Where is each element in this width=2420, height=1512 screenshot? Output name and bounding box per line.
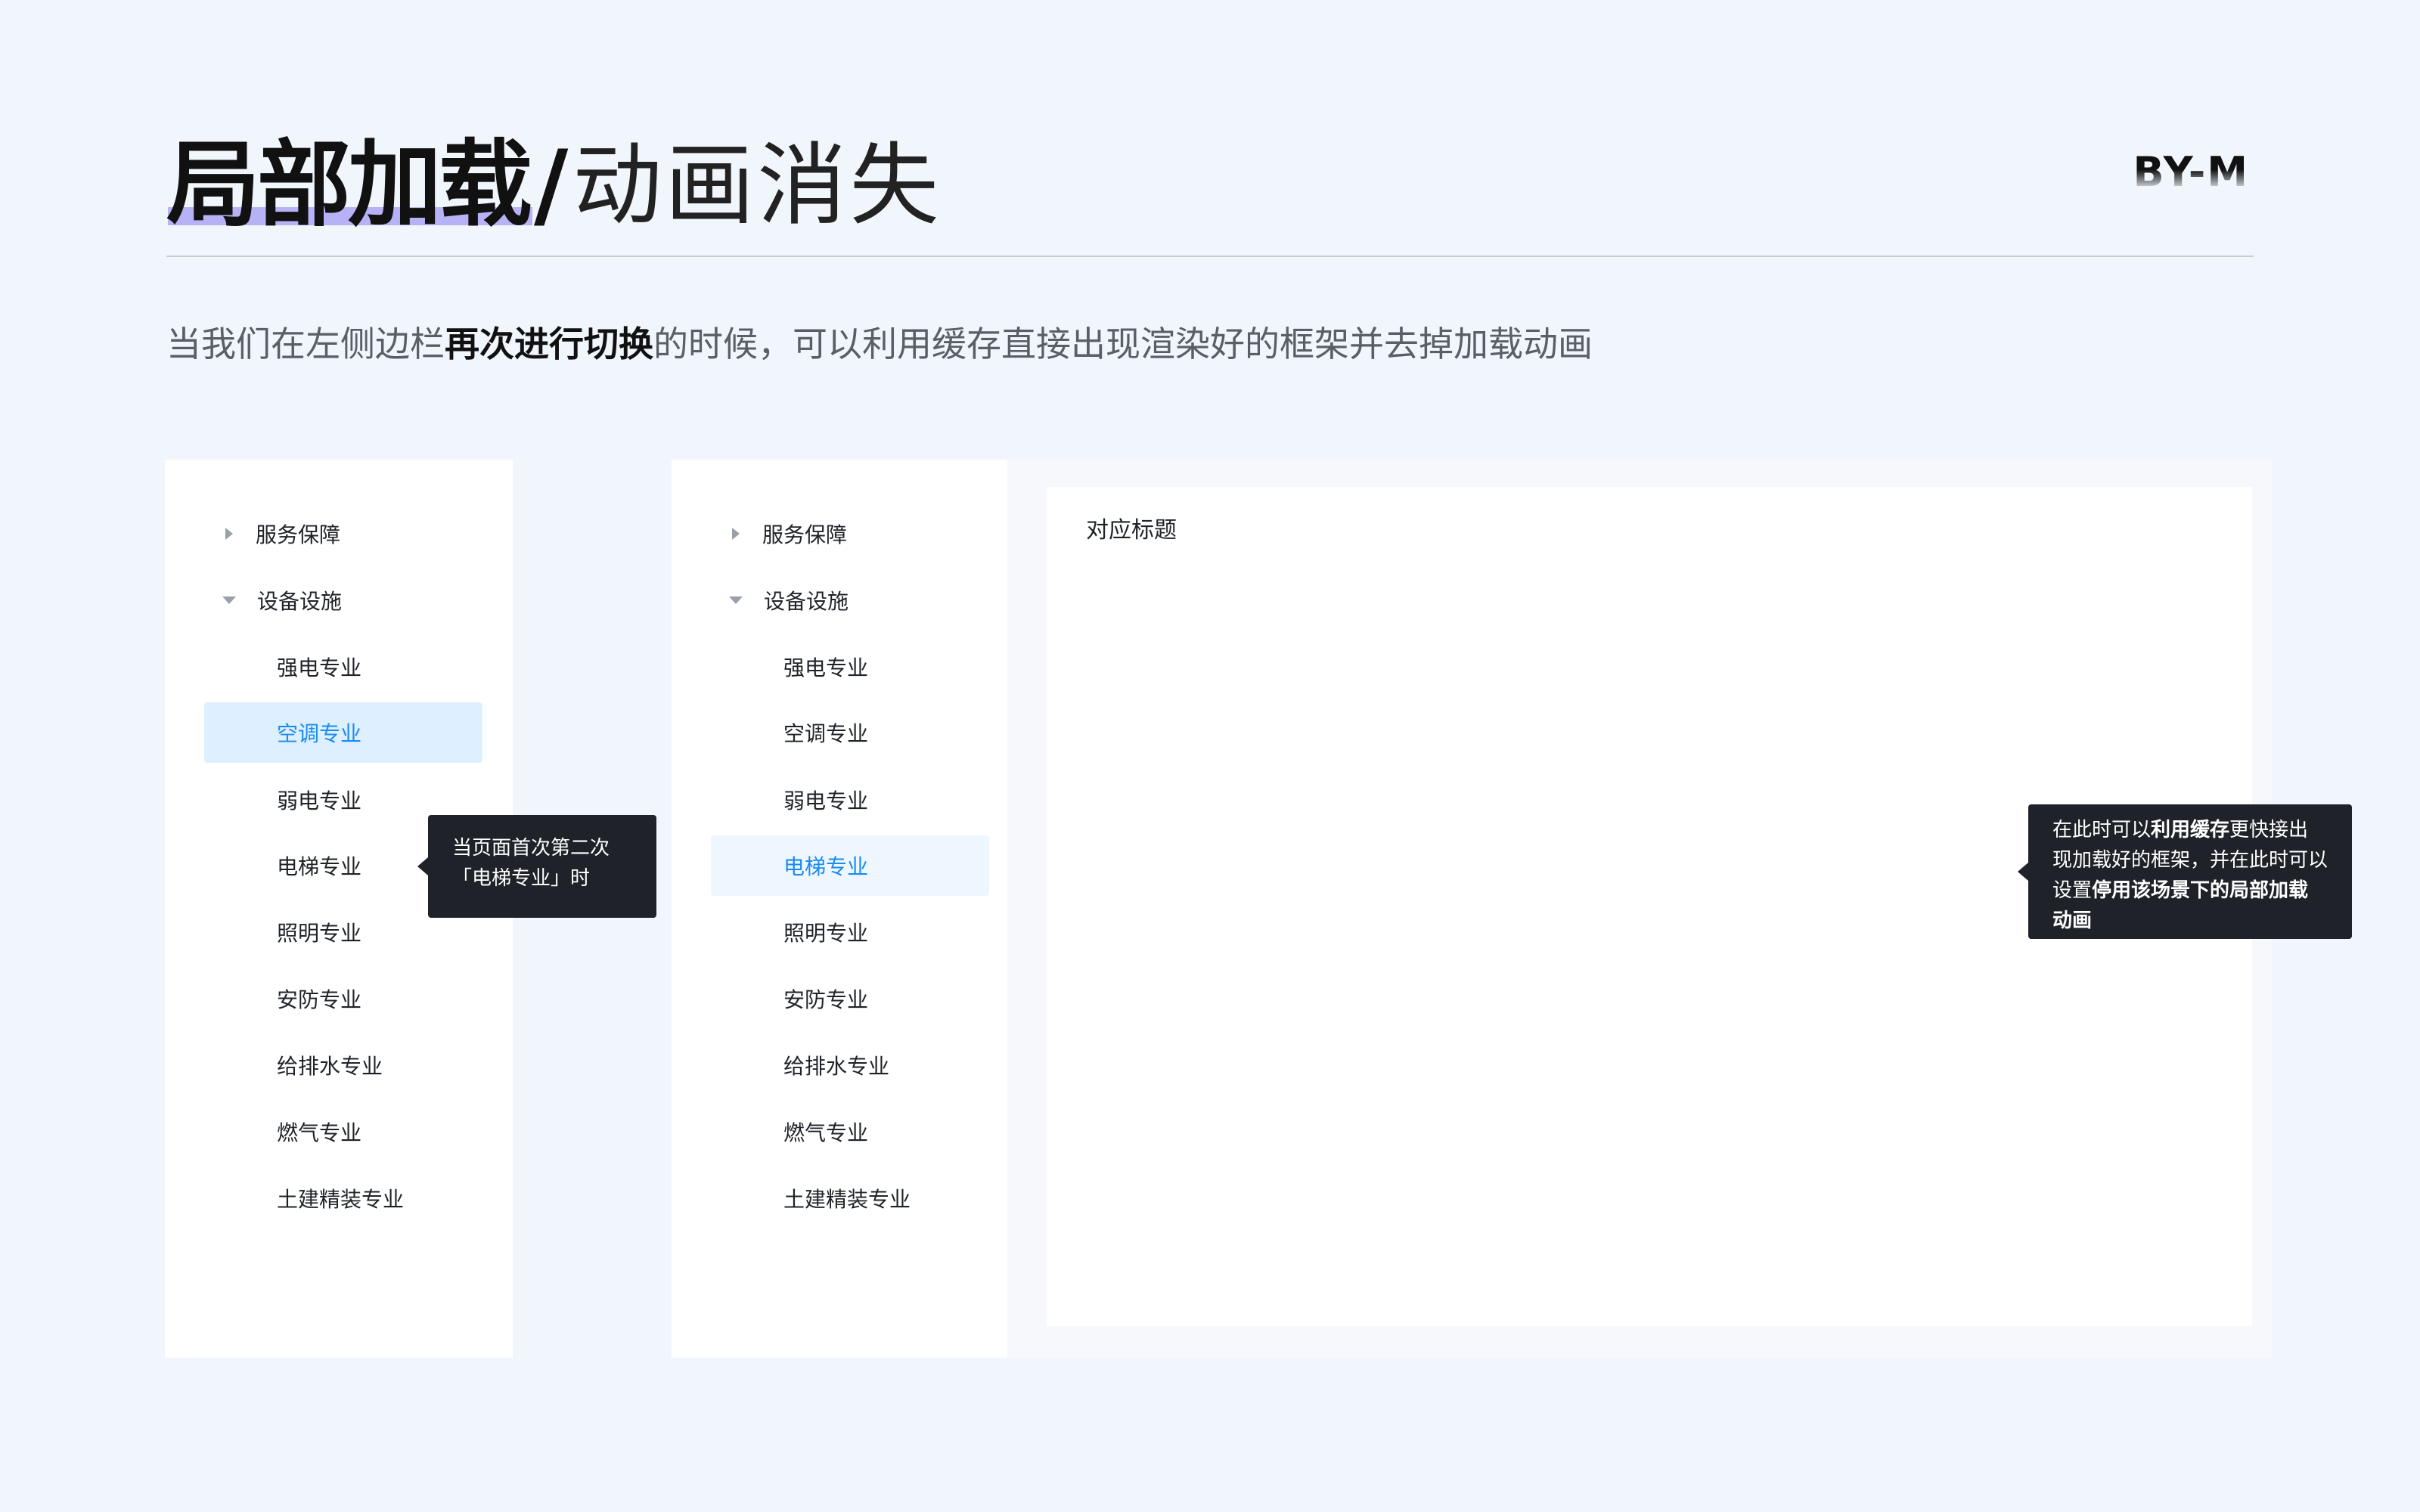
tooltip-left: 当页面首次第二次 「电梯专业」时 xyxy=(417,815,656,918)
mid-sidebar: 服务保障 设备设施 强电专业 空调专业 弱电专业 电梯专业 照明专业 安防专业 … xyxy=(672,460,1007,1358)
left-item[interactable]: 照明专业 xyxy=(277,902,361,962)
tooltip-left-line2: 「电梯专业」时 xyxy=(452,867,591,890)
page-description: 当我们在左侧边栏再次进行切换的时候，可以利用缓存直接出现渲染好的框架并去掉加载动… xyxy=(166,318,1593,370)
mid-group-facilities[interactable]: 设备设施 xyxy=(729,570,849,631)
content-title: 对应标题 xyxy=(1086,517,1177,544)
caret-right-icon xyxy=(732,528,740,540)
header-divider xyxy=(166,256,2254,257)
title-slash: / xyxy=(534,131,569,240)
tooltip-right-b1: 利用缓存 xyxy=(2151,819,2230,841)
left-item[interactable]: 弱电专业 xyxy=(277,770,361,830)
left-item[interactable]: 强电专业 xyxy=(277,637,361,697)
mid-item[interactable]: 给排水专业 xyxy=(783,1035,889,1095)
desc-bold: 再次进行切换 xyxy=(445,324,653,364)
mid-item[interactable]: 土建精装专业 xyxy=(783,1168,911,1228)
tooltip-arrow xyxy=(417,857,428,875)
tooltip-right-t1: 在此时可以 xyxy=(2052,819,2152,841)
title-bold: 局部加载 xyxy=(166,129,532,242)
desc-part2: 的时候，可以利用缓存直接出现渲染好的框架并去掉加载动画 xyxy=(653,324,1593,364)
left-item[interactable]: 电梯专业 xyxy=(277,835,361,896)
mid-item[interactable]: 空调专业 xyxy=(783,702,868,763)
tooltip-left-line1: 当页面首次第二次 xyxy=(452,837,610,860)
brand-logo: BY-M xyxy=(2133,148,2249,187)
tooltip-arrow xyxy=(2018,863,2028,881)
mid-item[interactable]: 照明专业 xyxy=(783,902,868,962)
caret-down-icon xyxy=(222,596,236,604)
caret-down-icon xyxy=(729,596,743,604)
mid-item[interactable]: 弱电专业 xyxy=(783,770,868,830)
left-item[interactable]: 燃气专业 xyxy=(277,1101,361,1162)
mid-item[interactable]: 燃气专业 xyxy=(783,1101,868,1162)
left-group-service[interactable]: 服务保障 xyxy=(222,503,340,564)
left-group-facilities[interactable]: 设备设施 xyxy=(222,570,342,631)
mid-group-service[interactable]: 服务保障 xyxy=(729,503,847,564)
mid-item[interactable]: 安防专业 xyxy=(783,968,868,1029)
mid-item-selected[interactable]: 电梯专业 xyxy=(711,835,989,896)
desc-part1: 当我们在左侧边栏 xyxy=(166,324,445,364)
left-item[interactable]: 给排水专业 xyxy=(277,1035,383,1095)
caret-right-icon xyxy=(225,528,233,540)
page-title: 局部加载 / 动画消失 xyxy=(166,121,942,242)
tooltip-right: 在此时可以利用缓存更快接出现加载好的框架，并在此时可以设置停用该场景下的局部加载… xyxy=(2018,804,2352,939)
left-item[interactable]: 安防专业 xyxy=(277,968,361,1029)
mid-item[interactable]: 强电专业 xyxy=(783,637,868,697)
left-item-selected[interactable]: 空调专业 xyxy=(204,702,482,763)
left-item[interactable]: 土建精装专业 xyxy=(277,1168,404,1228)
title-light: 动画消失 xyxy=(572,133,942,237)
